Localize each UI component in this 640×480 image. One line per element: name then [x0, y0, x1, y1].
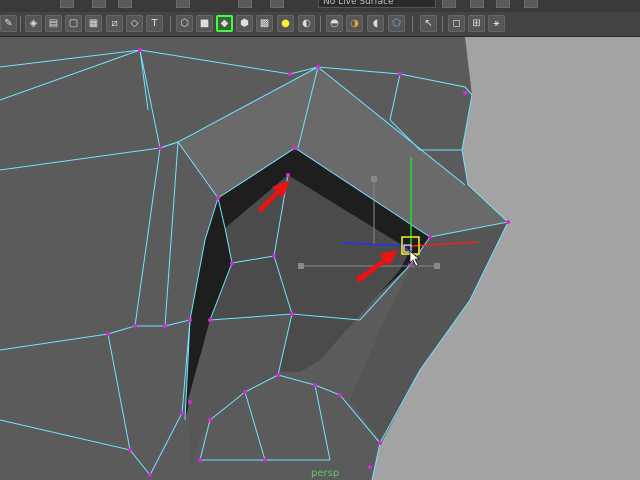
status-button-3[interactable]: [118, 0, 132, 8]
mesh-canvas[interactable]: [0, 37, 640, 480]
snap-to-point-icon[interactable]: ◇: [126, 15, 143, 32]
select-by-object-icon[interactable]: ▤: [45, 15, 62, 32]
shadow-sphere-icon[interactable]: ◐: [298, 15, 315, 32]
select-by-hierarchy-icon[interactable]: ◈: [25, 15, 42, 32]
text-icon[interactable]: T: [146, 15, 163, 32]
paint-icon[interactable]: ✎: [0, 15, 17, 32]
status-button-4[interactable]: [176, 0, 190, 8]
camera-cursor-icon[interactable]: ↖: [420, 15, 437, 32]
status-button-8[interactable]: [470, 0, 484, 8]
cube-outline-icon[interactable]: ◻: [448, 15, 465, 32]
node-graph-icon[interactable]: ⚹: [488, 15, 505, 32]
toolbar-separator: [412, 16, 413, 32]
camera-name-label: persp: [311, 468, 340, 479]
render-sphere-icon[interactable]: ◓: [326, 15, 343, 32]
live-surface-field[interactable]: No Live Surface: [318, 0, 436, 8]
grid-square-icon[interactable]: ⊞: [468, 15, 485, 32]
panel-toolbar: ✎ ◈ ▤ ▢ ▦ ⧄ ◇ T ⬡ ■ ◆ ⬢ ▩ ● ◐ ◓ ◑ ◖ ⬠ ↖ …: [0, 12, 640, 37]
light-bulb-icon[interactable]: ●: [277, 15, 294, 32]
shaded-cube-icon[interactable]: ■: [196, 15, 213, 32]
checker-texture-icon[interactable]: ▩: [256, 15, 273, 32]
snap-to-curve-icon[interactable]: ⧄: [106, 15, 123, 32]
toolbar-separator: [442, 16, 443, 32]
xray-icon[interactable]: ⬠: [388, 15, 405, 32]
status-button-2[interactable]: [92, 0, 106, 8]
status-button-9[interactable]: [496, 0, 510, 8]
status-button-7[interactable]: [442, 0, 456, 8]
status-button-5[interactable]: [238, 0, 252, 8]
select-vertex-mode-icon[interactable]: ◆: [216, 15, 233, 32]
isolate-select-icon[interactable]: ◖: [367, 15, 384, 32]
face-mode-cube-icon[interactable]: ⬢: [236, 15, 253, 32]
wireframe-cube-icon[interactable]: ⬡: [176, 15, 193, 32]
status-button-6[interactable]: [270, 0, 284, 8]
status-button-10[interactable]: [524, 0, 538, 8]
toolbar-separator: [170, 16, 171, 32]
snap-to-grid-icon[interactable]: ▦: [85, 15, 102, 32]
half-sphere-icon[interactable]: ◑: [346, 15, 363, 32]
toolbar-separator: [320, 16, 321, 32]
select-by-component-icon[interactable]: ▢: [65, 15, 82, 32]
perspective-viewport[interactable]: persp: [0, 37, 640, 480]
toolbar-separator: [20, 16, 21, 32]
status-button-1[interactable]: [60, 0, 74, 8]
